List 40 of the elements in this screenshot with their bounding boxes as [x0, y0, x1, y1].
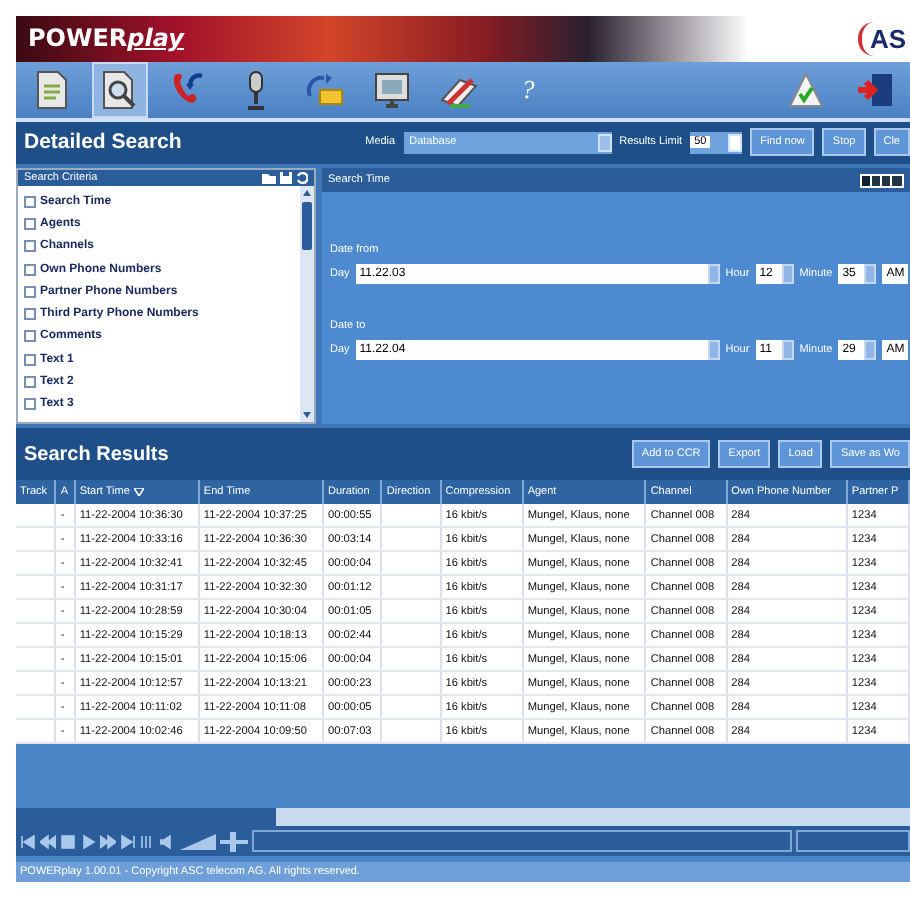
- skip-forward-icon[interactable]: [120, 833, 136, 849]
- folder-icon[interactable]: [262, 172, 276, 184]
- bars-icon[interactable]: [140, 833, 156, 849]
- undo-icon[interactable]: [296, 172, 308, 184]
- speaker-icon[interactable]: [160, 833, 176, 849]
- search-document-icon: [100, 67, 140, 112]
- play-icon[interactable]: [80, 833, 96, 849]
- checkbox[interactable]: [24, 285, 36, 298]
- checkbox[interactable]: [24, 240, 36, 253]
- triangle-check-icon: [788, 71, 824, 108]
- sort-icon[interactable]: [133, 488, 144, 496]
- page-title: Detailed Search: [24, 130, 184, 155]
- save-icon[interactable]: [280, 172, 292, 184]
- horizontal-scrollbar[interactable]: [16, 808, 910, 826]
- monitor-icon: [372, 67, 412, 112]
- document-icon: [32, 67, 72, 112]
- rewind-icon[interactable]: [40, 833, 56, 849]
- exit-icon: [856, 69, 892, 110]
- window-controls-icon[interactable]: [860, 173, 904, 187]
- volume-icon[interactable]: [180, 833, 216, 849]
- scrollbar[interactable]: [300, 186, 314, 422]
- checkbox[interactable]: [24, 263, 36, 276]
- skip-back-icon[interactable]: [20, 833, 36, 849]
- stop-icon[interactable]: [60, 833, 76, 849]
- checkbox[interactable]: [24, 217, 36, 230]
- checkbox[interactable]: [24, 330, 36, 343]
- time-field: [796, 830, 910, 852]
- help-button[interactable]: ?: [500, 61, 556, 118]
- company-logo: AS: [857, 21, 910, 56]
- checkbox[interactable]: [24, 398, 36, 411]
- tool-button[interactable]: [92, 61, 148, 118]
- checkbox[interactable]: [24, 353, 36, 366]
- app-logo: POWERplay: [26, 24, 184, 53]
- section-title: Search Results: [24, 443, 171, 465]
- checkbox[interactable]: [24, 308, 36, 321]
- position-slider-icon[interactable]: [220, 831, 248, 851]
- checkbox[interactable]: [24, 376, 36, 389]
- scrollbar-thumb[interactable]: [16, 808, 276, 826]
- checkbox[interactable]: [24, 195, 36, 208]
- fast-forward-icon[interactable]: [100, 833, 116, 849]
